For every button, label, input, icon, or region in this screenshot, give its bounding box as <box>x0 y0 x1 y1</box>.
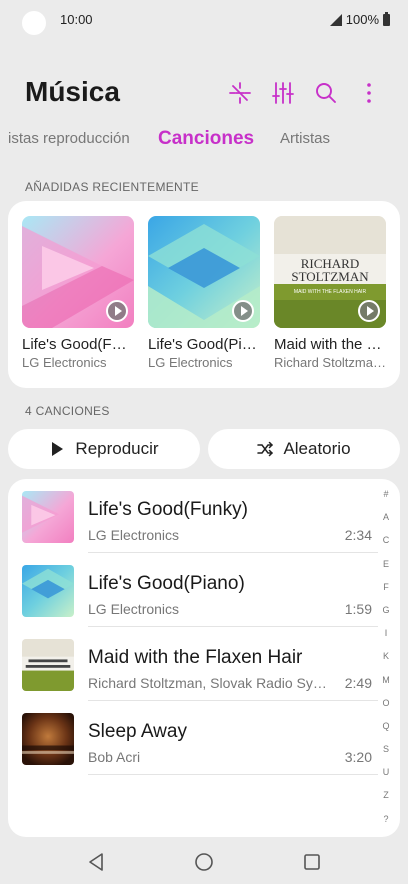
album-cover-text: MAID WITH THE FLAXEN HAIR <box>294 289 367 295</box>
equalizer-effect-icon <box>228 82 251 104</box>
shuffle-icon <box>257 441 274 457</box>
song-duration: 2:49 <box>344 675 372 691</box>
album-cover: RICHARD STOLTZMAN MAID WITH THE FLAXEN H… <box>274 216 386 328</box>
recent-album-title: Maid with the Flaxen Hair <box>274 336 386 353</box>
status-indicators: 100% <box>329 11 390 27</box>
recent-album-title: Life's Good(Piano) <box>148 336 260 353</box>
play-icon[interactable] <box>232 300 254 322</box>
song-duration: 1:59 <box>344 601 372 617</box>
home-icon[interactable] <box>192 850 216 874</box>
navigation-bar <box>0 840 408 884</box>
song-artist: Bob Acri <box>88 749 141 765</box>
album-cover <box>22 216 134 328</box>
index-letter[interactable]: I <box>376 622 396 645</box>
search-button[interactable] <box>304 78 347 108</box>
recent-album-item[interactable]: Life's Good(Funky) LG Electronics <box>22 216 134 370</box>
battery-icon <box>383 11 390 26</box>
header-actions <box>218 78 390 108</box>
song-count-label: 4 CANCIONES <box>25 404 110 418</box>
play-icon[interactable] <box>106 300 128 322</box>
song-title: Sleep Away <box>88 721 187 742</box>
play-all-label: Reproducir <box>75 439 159 458</box>
song-title: Life's Good(Funky) <box>88 499 248 520</box>
song-title: Life's Good(Piano) <box>88 573 245 594</box>
index-letter[interactable]: U <box>376 761 396 784</box>
shuffle-button[interactable]: Aleatorio <box>208 429 400 469</box>
status-time: 10:00 <box>60 12 93 27</box>
tab-artists[interactable]: Artistas <box>280 130 330 147</box>
song-row[interactable]: Sleep Away Bob Acri 3:20 <box>8 701 378 775</box>
index-letter[interactable]: S <box>376 738 396 761</box>
tab-bar: istas reproducción Canciones Artistas <box>0 128 408 158</box>
song-row[interactable]: Life's Good(Piano) LG Electronics 1:59 <box>8 553 378 627</box>
signal-icon <box>329 13 342 26</box>
recent-album-item[interactable]: Life's Good(Piano) LG Electronics <box>148 216 260 370</box>
song-title: Maid with the Flaxen Hair <box>88 647 303 668</box>
search-icon <box>315 83 336 103</box>
song-row[interactable]: Maid with the Flaxen Hair Richard Stoltz… <box>8 627 378 701</box>
more-icon <box>366 83 371 103</box>
play-icon <box>52 442 64 456</box>
index-letter[interactable]: C <box>376 529 396 552</box>
mixer-icon <box>271 82 294 104</box>
index-letter[interactable]: Q <box>376 715 396 738</box>
song-row[interactable]: Life's Good(Funky) LG Electronics 2:34 <box>8 479 378 553</box>
index-letter[interactable]: A <box>376 506 396 529</box>
index-letter[interactable]: F <box>376 576 396 599</box>
recent-album-title: Life's Good(Funky) <box>22 336 134 353</box>
song-thumbnail <box>22 565 74 617</box>
song-thumbnail <box>22 639 74 691</box>
sound-effects-button[interactable] <box>218 78 261 108</box>
recent-album-artist: LG Electronics <box>148 355 233 370</box>
index-letter[interactable]: # <box>376 483 396 506</box>
song-thumbnail <box>22 491 74 543</box>
tab-songs[interactable]: Canciones <box>158 128 254 150</box>
song-duration: 3:20 <box>344 749 372 765</box>
song-thumbnail <box>22 713 74 765</box>
index-letter[interactable]: K <box>376 645 396 668</box>
recently-added-card: Life's Good(Funky) LG Electronics Life's… <box>8 201 400 388</box>
status-bar: 10:00 100% <box>0 0 408 40</box>
camera-cutout <box>22 11 46 35</box>
index-letter[interactable]: ? <box>376 808 396 831</box>
song-artist: LG Electronics <box>88 527 180 543</box>
alphabet-index-scrollbar[interactable]: # A C E F G I K M O Q S U Z? <box>376 483 396 833</box>
tab-playlists[interactable]: istas reproducción <box>8 130 130 147</box>
index-letter[interactable]: G <box>376 599 396 622</box>
recent-album-item[interactable]: RICHARD STOLTZMAN MAID WITH THE FLAXEN H… <box>274 216 386 370</box>
album-cover <box>148 216 260 328</box>
recent-album-artist: Richard Stoltzman, Slovak Radio Symphony <box>274 355 386 370</box>
song-duration: 2:34 <box>344 527 372 543</box>
play-all-button[interactable]: Reproducir <box>8 429 200 469</box>
album-cover-text: STOLTZMAN <box>291 269 369 284</box>
index-letter[interactable]: O <box>376 692 396 715</box>
index-letter[interactable]: M <box>376 669 396 692</box>
song-list: Life's Good(Funky) LG Electronics 2:34 L… <box>8 479 400 837</box>
recent-section-label: AÑADIDAS RECIENTEMENTE <box>25 180 199 194</box>
divider <box>88 774 378 775</box>
battery-level: 100% <box>345 12 379 27</box>
song-artist: Richard Stoltzman, Slovak Radio Symphony <box>88 675 331 691</box>
back-icon[interactable] <box>84 850 108 874</box>
recent-apps-icon[interactable] <box>300 850 324 874</box>
index-letter[interactable]: Z <box>376 784 396 807</box>
index-letter[interactable]: E <box>376 553 396 576</box>
equalizer-button[interactable] <box>261 78 304 108</box>
recent-album-artist: LG Electronics <box>22 355 107 370</box>
more-options-button[interactable] <box>347 78 390 108</box>
play-icon[interactable] <box>358 300 380 322</box>
song-artist: LG Electronics <box>88 601 180 617</box>
page-title: Música <box>25 76 120 107</box>
shuffle-label: Aleatorio <box>283 439 351 458</box>
